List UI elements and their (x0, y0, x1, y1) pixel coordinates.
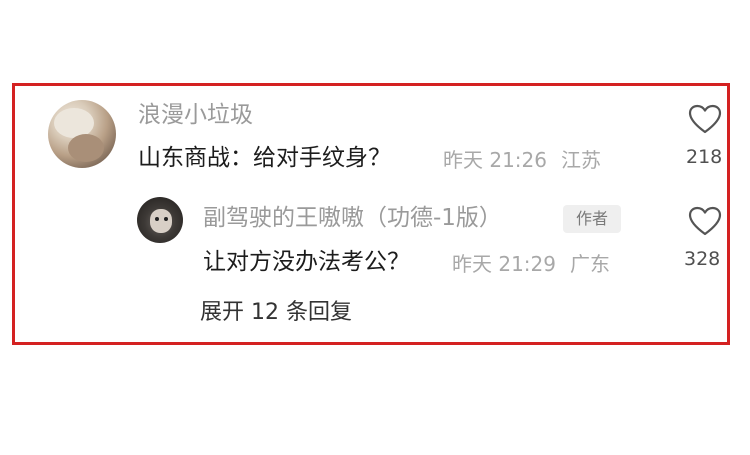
replier-avatar[interactable] (137, 197, 183, 243)
reply-time: 昨天 21:29 (452, 252, 556, 276)
author-badge: 作者 (563, 205, 621, 233)
replier-username[interactable]: 副驾驶的王嗷嗷（功德-1版） (203, 207, 502, 230)
reply-location: 广东 (570, 252, 610, 276)
expand-replies-link[interactable]: 展开 12 条回复 (200, 302, 352, 324)
reply-like-count: 328 (684, 248, 721, 270)
heart-outline-icon[interactable] (688, 206, 722, 236)
comment-text: 山东商战：给对手纹身？ (138, 145, 391, 171)
commenter-username[interactable]: 浪漫小垃圾 (138, 104, 253, 127)
commenter-avatar[interactable] (48, 100, 116, 168)
comment-like-count: 218 (686, 146, 723, 168)
reply-text: 让对方没办法考公？ (203, 249, 410, 275)
comment-thread-screenshot: 浪漫小垃圾 山东商战：给对手纹身？ 昨天 21:26 江苏 218 副驾驶的王嗷… (0, 0, 750, 455)
comment-location: 江苏 (561, 148, 601, 172)
comment-time: 昨天 21:26 (443, 148, 547, 172)
heart-outline-icon[interactable] (688, 104, 722, 134)
